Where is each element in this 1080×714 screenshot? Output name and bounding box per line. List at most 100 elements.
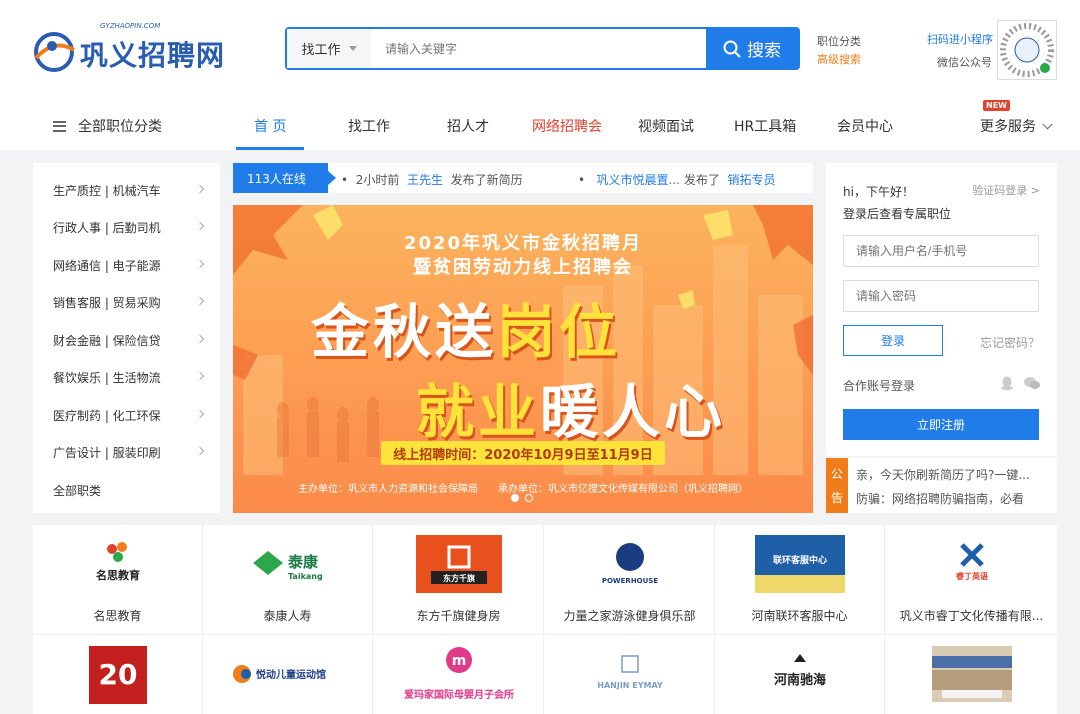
- category-item[interactable]: 行政人事 | 后勤司机: [53, 219, 205, 236]
- caret-down-icon: [348, 46, 357, 51]
- banner-headline1-b: 岗位: [497, 298, 622, 366]
- notice-item[interactable]: 防骗：网络招聘防骗指南，必看: [856, 490, 1024, 507]
- notice-board: 公 告 亲，今天你刷新简历了吗?一键... 防骗：网络招聘防骗指南，必看: [826, 458, 1057, 513]
- nav-home[interactable]: 首 页: [254, 116, 286, 136]
- wechat-icon[interactable]: [1024, 376, 1040, 390]
- qr-code-image: [997, 20, 1057, 80]
- company-logo-text: 睿丁英语: [956, 571, 988, 581]
- category-item[interactable]: 餐饮娱乐 | 生活物流: [53, 369, 205, 386]
- username-field[interactable]: [843, 235, 1039, 267]
- carousel-dots: [511, 494, 533, 502]
- search-type-select[interactable]: 找工作: [287, 29, 371, 68]
- ticker-item[interactable]: • 2小时前 王先生 发布了新简历: [341, 171, 523, 188]
- company-card[interactable]: 20: [33, 636, 203, 714]
- nav-member-center[interactable]: 会员中心: [837, 116, 893, 136]
- logo-text: 巩义招聘网: [80, 39, 226, 72]
- nav-recruit[interactable]: 招人才: [447, 116, 489, 136]
- company-logo-text: 名思教育: [96, 568, 140, 582]
- password-field[interactable]: [843, 280, 1039, 312]
- ticker-user-link[interactable]: 王先生: [407, 173, 443, 187]
- nav-online-fair[interactable]: 网络招聘会: [532, 116, 602, 136]
- ticker-item[interactable]: • 巩义市悦晨置... 发布了 销拓专员: [578, 171, 775, 188]
- taikang-logo-icon: 泰康 Taikang: [252, 551, 322, 581]
- category-label: 行政人事 | 后勤司机: [53, 221, 161, 235]
- code-login-link[interactable]: 验证码登录 >: [972, 182, 1040, 198]
- chevron-right-icon: [195, 221, 205, 231]
- qq-icon[interactable]: [1000, 376, 1014, 390]
- company-card[interactable]: 联环客服中心 河南联环客服中心: [715, 525, 885, 635]
- chevron-right-icon: [195, 334, 205, 344]
- category-item[interactable]: 财会金融 | 保险信贷: [53, 332, 205, 349]
- category-label: 网络通信 | 电子能源: [53, 259, 161, 273]
- ticker-job-link[interactable]: 销拓专员: [727, 173, 775, 187]
- company-card[interactable]: 泰康 Taikang 泰康人寿: [203, 525, 373, 635]
- all-categories-label: 全部职位分类: [78, 119, 162, 135]
- category-item[interactable]: 网络通信 | 电子能源: [53, 257, 205, 274]
- register-button[interactable]: 立即注册: [843, 409, 1039, 440]
- activity-ticker: 113人在线 • 2小时前 王先生 发布了新简历 • 巩义市悦晨置... 发布了…: [233, 163, 813, 193]
- nav-video-interview[interactable]: 视频面试: [638, 116, 694, 136]
- all-categories-button[interactable]: 全部职位分类: [53, 116, 162, 136]
- search-type-label: 找工作: [301, 43, 341, 58]
- wechat-label: 微信公众号: [937, 56, 992, 69]
- category-label: 销售客服 | 贸易采购: [53, 296, 161, 310]
- notice-tag-char: 告: [830, 490, 843, 505]
- carousel-dot[interactable]: [511, 494, 519, 502]
- miniprogram-link[interactable]: 扫码进小程序: [927, 31, 993, 47]
- nav-hr-tools[interactable]: HR工具箱: [734, 116, 796, 136]
- banner-organizers: 主办单位：巩义市人力资源和社会保障局 承办单位：巩义市亿搜文化传媒有限公司（巩义…: [298, 484, 748, 495]
- chevron-right-icon: [195, 446, 205, 456]
- social-login-icons: [1000, 376, 1040, 390]
- category-label: 广告设计 | 服装印刷: [53, 446, 161, 460]
- top-header: GYZHAOPIN.COM 巩义招聘网 找工作 搜索 职位分类 高级搜索 扫码进…: [0, 0, 1080, 150]
- category-label: 医疗制药 | 化工环保: [53, 409, 161, 423]
- company-card[interactable]: 睿丁英语 巩义市睿丁文化传播有限...: [886, 525, 1057, 635]
- aimajia-logo-icon: m 爱玛家国际母婴月子会所: [404, 647, 514, 701]
- search-button[interactable]: 搜索: [706, 29, 798, 68]
- search-button-label: 搜索: [747, 41, 781, 61]
- hanjin-logo-icon: HANJIN EYMAY: [597, 655, 662, 690]
- ticker-company-link[interactable]: 巩义市悦晨置...: [597, 173, 680, 187]
- category-item[interactable]: 医疗制药 | 化工环保: [53, 407, 205, 424]
- category-item[interactable]: 广告设计 | 服装印刷: [53, 444, 205, 461]
- new-badge: NEW: [983, 100, 1010, 111]
- company-card[interactable]: POWERHOUSE 力量之家游泳健身俱乐部: [545, 525, 715, 635]
- advanced-search-link[interactable]: 高级搜索: [817, 51, 861, 67]
- company-card[interactable]: [886, 636, 1057, 714]
- category-item-all[interactable]: 全部职类: [53, 482, 203, 499]
- company-card[interactable]: 河南驰海: [715, 636, 885, 714]
- job-category-link[interactable]: 职位分类: [817, 33, 861, 49]
- nav-find-job[interactable]: 找工作: [348, 116, 390, 136]
- company-logo-text: 泰康: [287, 553, 319, 571]
- nav-more-services[interactable]: 更多服务: [980, 116, 1053, 136]
- company-logo-text: POWERHOUSE: [601, 577, 658, 585]
- company-logo: 东方千旗: [415, 535, 502, 593]
- site-logo[interactable]: GYZHAOPIN.COM 巩义招聘网: [30, 20, 240, 76]
- forgot-password-link[interactable]: 忘记密码？: [980, 334, 1040, 351]
- company-card[interactable]: 东方千旗 东方千旗健身房: [374, 525, 544, 635]
- company-card[interactable]: 名思教育 名思教育: [33, 525, 203, 635]
- chevron-down-icon: [1042, 119, 1053, 130]
- company-card[interactable]: m 爱玛家国际母婴月子会所: [374, 636, 544, 714]
- company-name: 泰康人寿: [263, 609, 312, 623]
- company-logo-text: 东方千旗: [443, 573, 475, 583]
- company-card[interactable]: HANJIN EYMAY: [545, 636, 715, 714]
- banner-title-line1: 2020年巩义市金秋招聘月: [403, 233, 643, 254]
- promo-banner[interactable]: 2020年巩义市金秋招聘月 暨贫困劳动力线上招聘会 金秋送岗位 就业暖人心 线上…: [233, 205, 813, 513]
- carousel-dot[interactable]: [525, 494, 533, 502]
- search-input[interactable]: [371, 29, 706, 68]
- company-logo: 河南驰海: [760, 646, 840, 702]
- notice-item[interactable]: 亲，今天你刷新简历了吗?一键...: [856, 466, 1030, 483]
- category-item[interactable]: 销售客服 | 贸易采购: [53, 294, 205, 311]
- more-services-label: 更多服务: [980, 119, 1036, 135]
- active-tab-indicator: [236, 147, 304, 150]
- login-button[interactable]: 登录: [843, 325, 943, 356]
- company-name: 东方千旗健身房: [416, 609, 501, 623]
- company-logo: 睿丁英语: [932, 535, 1012, 591]
- banner-headline1: 金秋送岗位: [311, 285, 621, 369]
- partner-login-label: 合作账号登录: [843, 379, 916, 393]
- category-item[interactable]: 生产质控 | 机械汽车: [53, 182, 205, 199]
- company-card[interactable]: 悦动儿童运动馆: [203, 636, 373, 714]
- banner-headline2: 就业暖人心: [416, 365, 726, 449]
- main-nav: 全部职位分类 首 页 找工作 招人才 网络招聘会 视频面试 HR工具箱 会员中心…: [0, 100, 1080, 150]
